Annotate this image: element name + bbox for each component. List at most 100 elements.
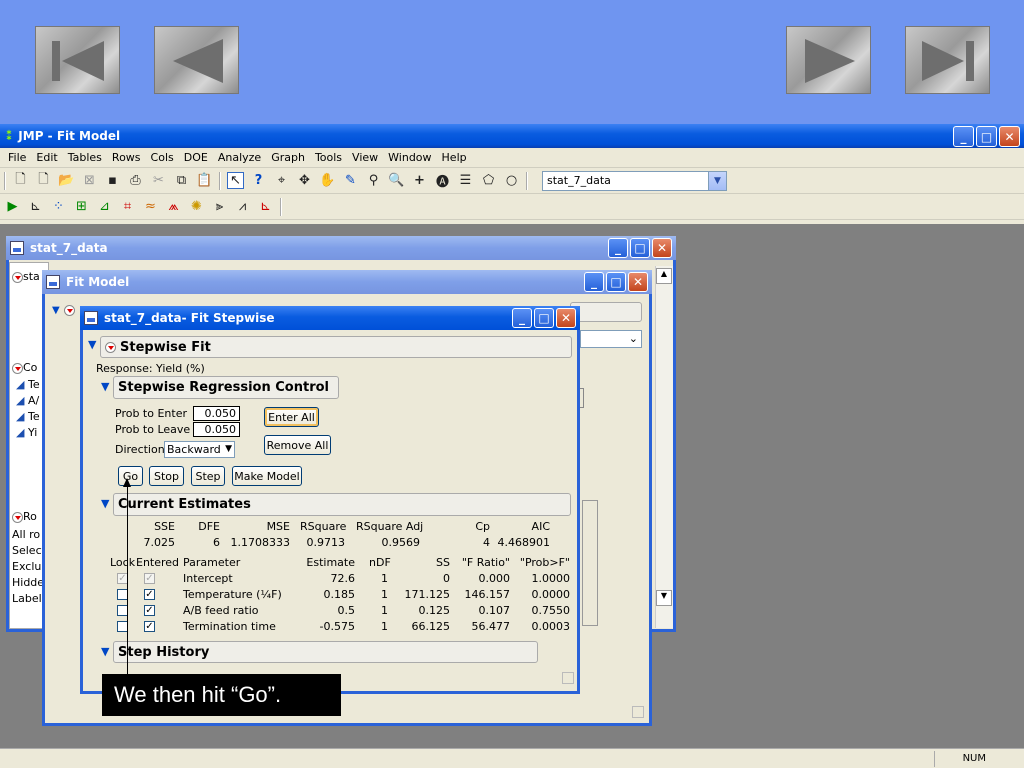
direction-select[interactable]: Backward ▼ [164, 441, 235, 458]
chart-icon[interactable]: ⩕ [165, 198, 182, 215]
menu-help[interactable]: Help [438, 151, 473, 164]
stop-button[interactable]: Stop [149, 466, 184, 486]
menu-graph[interactable]: Graph [267, 151, 311, 164]
table-select[interactable]: stat_7_data ▼ [542, 170, 727, 191]
multivariate-icon[interactable]: ⌗ [119, 198, 136, 215]
next-slide-button[interactable] [786, 26, 871, 94]
data-close-button[interactable]: ✕ [652, 238, 672, 258]
history-disclosure-icon[interactable]: ▼ [101, 645, 109, 658]
data-table-scrollbar[interactable] [655, 266, 673, 628]
print-icon[interactable]: ⎙ [127, 172, 144, 189]
brush-tool-icon[interactable]: ✎ [342, 172, 359, 189]
prob-leave-input[interactable]: 0.050 [193, 422, 240, 437]
maximize-button[interactable]: □ [976, 126, 997, 147]
nonlinear-icon[interactable]: ⊿ [96, 198, 113, 215]
column-item[interactable]: ◢ A/ [16, 394, 39, 407]
first-slide-button[interactable] [35, 26, 120, 94]
crosshair-tool-icon[interactable]: ⌖ [273, 172, 290, 189]
column-item[interactable]: ◢ Yi [16, 426, 37, 439]
new-data-icon[interactable]: 🗋 [12, 172, 29, 189]
stepwise-fit-disclosure-icon[interactable]: ▼ [88, 338, 96, 351]
copy-icon[interactable]: ⧉ [173, 172, 190, 189]
red-triangle-icon[interactable] [12, 511, 23, 523]
summary-header: AIC [531, 520, 550, 533]
prob-enter-input[interactable]: 0.050 [193, 406, 240, 421]
open-icon[interactable]: 📂 [58, 172, 75, 189]
make-model-button[interactable]: Make Model [232, 466, 302, 486]
resize-grip-icon[interactable] [562, 672, 574, 684]
data-minimize-button[interactable]: _ [608, 238, 628, 258]
column-item[interactable]: ◢ Te [16, 378, 40, 391]
close-button[interactable]: ✕ [999, 126, 1020, 147]
table-select-value: stat_7_data [547, 174, 611, 187]
scroll-down-arrow[interactable]: ▼ [656, 590, 672, 606]
circle-tool-icon[interactable]: ○ [503, 172, 520, 189]
enter-all-button[interactable]: Enter All [264, 407, 319, 427]
entered-checkbox[interactable]: ✓ [144, 605, 155, 616]
help-tool-icon[interactable]: ? [250, 172, 267, 189]
hand-tool-icon[interactable]: ✋ [319, 172, 336, 189]
paste-icon[interactable]: 📋 [196, 172, 213, 189]
distribution-icon[interactable]: ▶ [4, 198, 21, 215]
fit-model-icon[interactable]: ⊞ [73, 198, 90, 215]
resize-grip-icon[interactable] [632, 706, 644, 718]
plus-tool-icon[interactable]: + [411, 172, 428, 189]
fit-model-scrollbar[interactable] [582, 500, 598, 626]
matched-pairs-icon[interactable]: ⁘ [50, 198, 67, 215]
red-triangle-icon[interactable] [105, 341, 116, 353]
menu-rows[interactable]: Rows [108, 151, 147, 164]
magnifier-tool-icon[interactable]: 🔍 [388, 172, 405, 189]
stepwise-close-button[interactable]: ✕ [556, 308, 576, 328]
fit-maximize-button[interactable]: □ [606, 272, 626, 292]
menu-cols[interactable]: Cols [147, 151, 180, 164]
fit-model-combo[interactable]: ⌄ [580, 330, 642, 348]
disclosure-icon[interactable]: ▼ [52, 305, 60, 316]
chevron-down-icon[interactable]: ▼ [708, 171, 726, 190]
column-item[interactable]: ◢ Te [16, 410, 40, 423]
menu-doe[interactable]: DOE [180, 151, 214, 164]
remove-all-button[interactable]: Remove All [264, 435, 331, 455]
red-triangle-icon[interactable] [64, 304, 75, 316]
stepwise-maximize-button[interactable]: □ [534, 308, 554, 328]
menu-file[interactable]: File [4, 151, 32, 164]
import-icon[interactable]: ⊠ [81, 172, 98, 189]
overlay-plot-icon[interactable]: ⩘ [234, 198, 251, 215]
control-disclosure-icon[interactable]: ▼ [101, 380, 109, 393]
previous-slide-button[interactable] [154, 26, 239, 94]
red-triangle-icon[interactable] [12, 271, 23, 283]
menu-tools[interactable]: Tools [311, 151, 348, 164]
arrow-tool-icon[interactable]: ↖ [227, 172, 244, 189]
fit-minimize-button[interactable]: _ [584, 272, 604, 292]
red-triangle-icon[interactable] [12, 362, 23, 374]
fit-close-button[interactable]: ✕ [628, 272, 648, 292]
survival-icon[interactable]: ≈ [142, 198, 159, 215]
entered-checkbox[interactable]: ✓ [144, 573, 155, 584]
new-file-icon[interactable]: 🗋 [35, 172, 52, 189]
menu-tables[interactable]: Tables [64, 151, 108, 164]
polygon-tool-icon[interactable]: ⬠ [480, 172, 497, 189]
menu-edit[interactable]: Edit [32, 151, 63, 164]
line-tool-icon[interactable]: ☰ [457, 172, 474, 189]
spinning-plot-icon[interactable]: ✺ [188, 198, 205, 215]
step-button[interactable]: Step [191, 466, 225, 486]
cut-icon[interactable]: ✂ [150, 172, 167, 189]
fit-y-by-x-icon[interactable]: ⊾ [27, 198, 44, 215]
data-maximize-button[interactable]: □ [630, 238, 650, 258]
scroll-up-arrow[interactable]: ▲ [656, 268, 672, 284]
estimates-disclosure-icon[interactable]: ▼ [101, 497, 109, 510]
menu-analyze[interactable]: Analyze [214, 151, 267, 164]
minimize-button[interactable]: _ [953, 126, 974, 147]
last-slide-button[interactable] [905, 26, 990, 94]
stepwise-minimize-button[interactable]: _ [512, 308, 532, 328]
save-icon[interactable]: ▪ [104, 172, 121, 189]
control-chart-icon[interactable]: ⊾ [257, 198, 274, 215]
contour-icon[interactable]: ⫸ [211, 198, 228, 215]
lasso-tool-icon[interactable]: ⚲ [365, 172, 382, 189]
move-tool-icon[interactable]: ✥ [296, 172, 313, 189]
menu-window[interactable]: Window [384, 151, 437, 164]
entered-checkbox[interactable]: ✓ [144, 621, 155, 632]
entered-checkbox[interactable]: ✓ [144, 589, 155, 600]
chevron-down-icon: ⌄ [628, 332, 638, 345]
menu-view[interactable]: View [348, 151, 384, 164]
annotate-tool-icon[interactable]: 🅐 [434, 172, 451, 190]
